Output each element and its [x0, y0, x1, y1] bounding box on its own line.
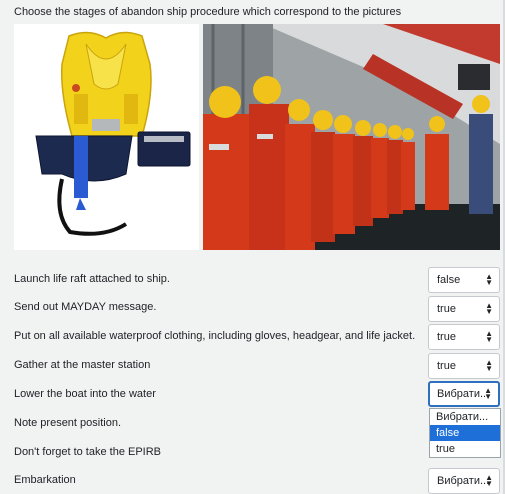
- statement-label: Send out MAYDAY message.: [14, 301, 157, 313]
- dropdown-option-highlighted[interactable]: false: [430, 425, 500, 441]
- select-value: true: [437, 331, 456, 343]
- select-value: false: [437, 274, 461, 286]
- select-value: true: [437, 303, 456, 315]
- answer-select[interactable]: false ▲ ▼: [428, 267, 500, 293]
- dropdown-option[interactable]: Вибрати...: [430, 409, 500, 425]
- statement-label: Gather at the master station: [14, 359, 151, 371]
- statement-label: Put on all available waterproof clothing…: [14, 330, 416, 342]
- chevron-updown-icon: ▲ ▼: [484, 386, 492, 401]
- question-title: Choose the stages of abandon ship proced…: [14, 6, 402, 18]
- chevron-updown-icon: ▲ ▼: [485, 358, 493, 373]
- answer-select[interactable]: true ▲ ▼: [428, 324, 500, 350]
- answer-select[interactable]: true ▲ ▼: [428, 296, 500, 322]
- statement-label: Embarkation: [14, 474, 76, 486]
- statement-label: Launch life raft attached to ship.: [14, 273, 170, 285]
- answer-select-open[interactable]: Вибрати... ▲ ▼: [428, 381, 500, 407]
- answer-select[interactable]: Вибрати... ▲ ▼: [428, 468, 500, 494]
- dropdown-option[interactable]: true: [430, 441, 500, 457]
- statement-label: Don't forget to take the EPIRB: [14, 446, 162, 458]
- chevron-updown-icon: ▲ ▼: [485, 329, 493, 344]
- chevron-updown-icon: ▲ ▼: [485, 301, 493, 316]
- life-jacket-image: [14, 24, 199, 250]
- select-value: Вибрати...: [437, 388, 490, 400]
- select-value: Вибрати...: [437, 475, 490, 487]
- answer-select[interactable]: true ▲ ▼: [428, 353, 500, 379]
- chevron-updown-icon: ▲ ▼: [485, 272, 493, 287]
- chevron-updown-icon: ▲ ▼: [485, 473, 493, 488]
- statement-label: Lower the boat into the water: [14, 388, 156, 400]
- crew-muster-image: [203, 24, 500, 250]
- statement-label: Note present position.: [14, 417, 122, 429]
- select-dropdown-list: Вибрати... false true: [429, 408, 501, 458]
- select-value: true: [437, 360, 456, 372]
